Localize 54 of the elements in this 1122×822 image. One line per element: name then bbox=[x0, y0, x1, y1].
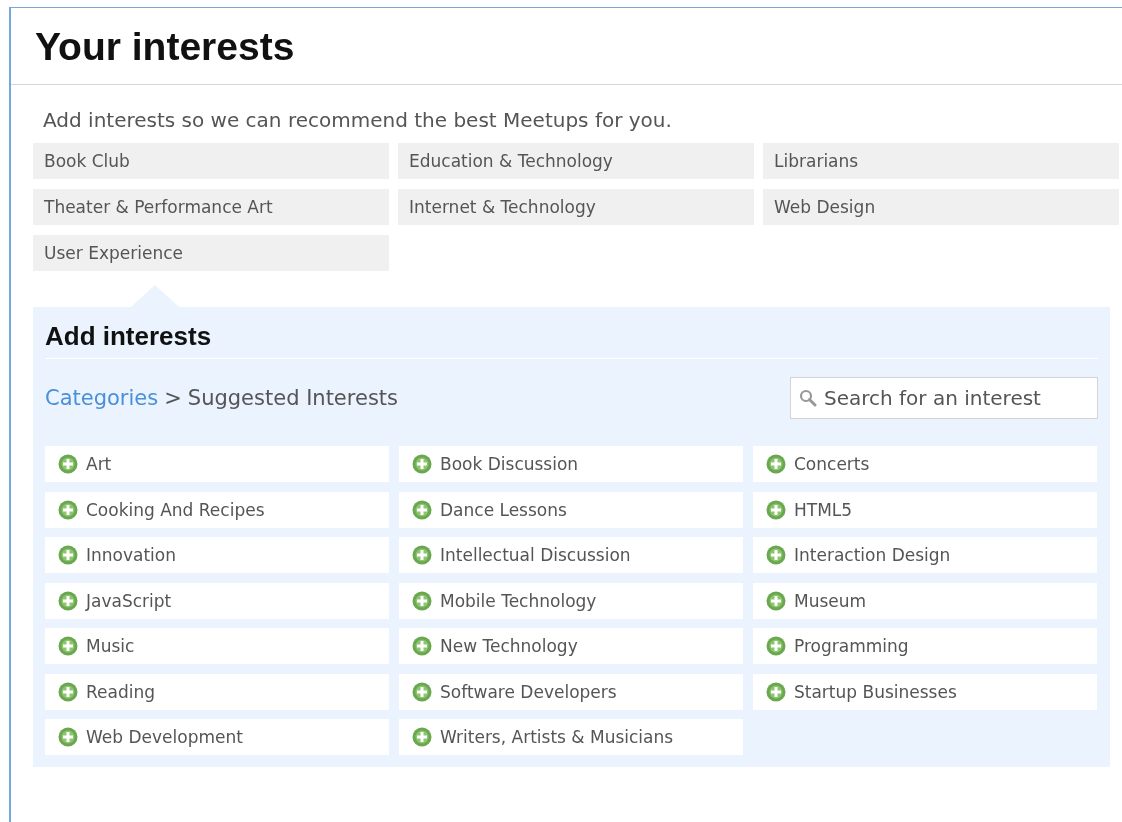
suggested-interest[interactable]: Museum bbox=[753, 582, 1097, 619]
suggested-interest[interactable]: Web Development bbox=[45, 719, 389, 755]
breadcrumb-separator: > bbox=[164, 386, 182, 410]
interest-tag[interactable]: Web Design bbox=[763, 189, 1119, 225]
panel-heading: Add interests bbox=[45, 321, 1098, 359]
suggested-interest[interactable]: Music bbox=[45, 628, 389, 664]
add-icon bbox=[766, 499, 786, 520]
add-icon bbox=[412, 545, 432, 565]
search-field[interactable]: Search for an interest bbox=[790, 377, 1098, 419]
add-icon bbox=[412, 454, 432, 474]
add-icon bbox=[412, 636, 432, 656]
add-icon bbox=[766, 636, 786, 656]
suggested-interest[interactable]: Startup Businesses bbox=[753, 673, 1097, 710]
suggested-interest[interactable]: Art bbox=[45, 446, 389, 482]
suggested-interest[interactable]: Writers, Artists & Musicians bbox=[399, 719, 743, 755]
interest-tag[interactable]: Librarians bbox=[763, 143, 1119, 179]
suggested-interest[interactable]: Intellectual Discussion bbox=[399, 537, 743, 573]
suggested-interest[interactable]: Book Discussion bbox=[399, 446, 743, 482]
suggested-interest[interactable]: HTML5 bbox=[753, 491, 1097, 528]
interest-tag[interactable]: Internet & Technology bbox=[398, 189, 754, 225]
interest-tag[interactable]: Book Club bbox=[33, 143, 389, 179]
add-icon bbox=[58, 545, 78, 565]
search-icon bbox=[799, 389, 817, 407]
suggested-interest[interactable]: Mobile Technology bbox=[399, 582, 743, 619]
suggested-interest[interactable]: Software Developers bbox=[399, 673, 743, 710]
suggested-interest[interactable]: Programming bbox=[753, 628, 1097, 664]
suggested-interest[interactable]: Reading bbox=[45, 673, 389, 710]
suggested-interest[interactable]: JavaScript bbox=[45, 582, 389, 619]
add-icon bbox=[412, 727, 432, 747]
add-icon bbox=[412, 681, 432, 702]
add-icon bbox=[58, 454, 78, 474]
add-icon bbox=[766, 545, 786, 565]
add-icon bbox=[412, 499, 432, 520]
suggested-interest[interactable]: Interaction Design bbox=[753, 537, 1097, 573]
suggested-interest[interactable]: Cooking And Recipes bbox=[45, 491, 389, 528]
suggested-interest[interactable]: Concerts bbox=[753, 446, 1097, 482]
breadcrumb-current: Suggested Interests bbox=[187, 386, 398, 410]
suggested-interest[interactable]: Dance Lessons bbox=[399, 491, 743, 528]
interest-tag[interactable]: Theater & Performance Art bbox=[33, 189, 389, 225]
add-icon bbox=[58, 590, 78, 611]
suggested-interest[interactable]: Innovation bbox=[45, 537, 389, 573]
add-icon bbox=[58, 727, 78, 747]
add-icon bbox=[766, 454, 786, 474]
page-title: Your interests bbox=[11, 8, 1122, 85]
add-icon bbox=[58, 636, 78, 656]
suggested-interest[interactable]: New Technology bbox=[399, 628, 743, 664]
add-icon bbox=[766, 590, 786, 611]
add-icon bbox=[58, 499, 78, 520]
interest-tag[interactable]: User Experience bbox=[33, 235, 389, 271]
interest-tag[interactable]: Education & Technology bbox=[398, 143, 754, 179]
intro-text: Add interests so we can recommend the best Meetups for you. bbox=[43, 107, 673, 134]
add-icon bbox=[766, 681, 786, 702]
add-icon bbox=[412, 590, 432, 611]
add-icon bbox=[58, 681, 78, 702]
